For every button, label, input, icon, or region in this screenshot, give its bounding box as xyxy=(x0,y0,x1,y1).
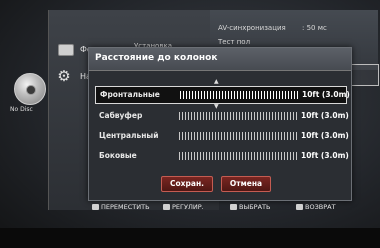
hint-select-label: ВЫБРАТЬ xyxy=(239,203,271,211)
hint-select: ВЫБРАТЬ xyxy=(230,203,270,211)
hint-adjust-label: РЕГУЛИР. xyxy=(172,203,204,211)
speaker-row-label: Боковые xyxy=(99,151,137,160)
av-sync-value: : 50 мс xyxy=(302,24,327,32)
distance-slider[interactable] xyxy=(179,152,299,160)
settings-partial-line[interactable]: Тест пол xyxy=(218,38,250,46)
adjust-icon xyxy=(163,204,170,210)
speaker-row-subwoofer[interactable]: Сабвуфер 10ft (3.0m) xyxy=(95,108,349,124)
gear-icon: ⚙ xyxy=(57,67,71,85)
speaker-row-label: Сабвуфер xyxy=(99,111,143,120)
speaker-row-value: 10ft (3.0m) xyxy=(301,151,349,160)
no-disc-label: No Disc xyxy=(10,106,33,113)
speaker-row-value: 10ft (3.0m) xyxy=(302,90,350,99)
speaker-row-label: Центральный xyxy=(99,131,159,140)
return-icon xyxy=(296,204,303,210)
disc-icon xyxy=(14,73,46,105)
speaker-row-front[interactable]: Фронтальные 10ft (3.0m) xyxy=(95,86,350,104)
photo-icon xyxy=(58,44,74,56)
select-icon xyxy=(230,204,237,210)
save-button[interactable]: Сохран. xyxy=(161,176,213,192)
distance-slider[interactable] xyxy=(180,91,300,99)
arrow-up-icon: ▲ xyxy=(214,78,219,85)
speaker-row-value: 10ft (3.0m) xyxy=(301,111,349,120)
distance-slider[interactable] xyxy=(179,112,299,120)
cancel-button[interactable]: Отмена xyxy=(221,176,271,192)
footer-hints: ПЕРЕМЕСТИТЬ РЕГУЛИР. ВЫБРАТЬ ВОЗВРАТ xyxy=(90,201,380,215)
move-icon xyxy=(92,204,99,210)
hint-adjust: РЕГУЛИР. xyxy=(163,203,204,211)
speaker-row-label: Фронтальные xyxy=(100,90,160,99)
speaker-row-surround[interactable]: Боковые 10ft (3.0m) xyxy=(95,148,349,164)
dialog-title-bar: Расстояние до колонок xyxy=(89,48,351,71)
av-sync-label[interactable]: AV-синхронизация xyxy=(218,24,286,32)
bottom-band xyxy=(0,228,380,248)
speaker-row-value: 10ft (3.0m) xyxy=(301,131,349,140)
distance-slider[interactable] xyxy=(179,132,299,140)
hint-move-label: ПЕРЕМЕСТИТЬ xyxy=(101,203,150,211)
dialog-title: Расстояние до колонок xyxy=(95,53,218,63)
hint-back: ВОЗВРАТ xyxy=(296,203,336,211)
hint-back-label: ВОЗВРАТ xyxy=(305,203,336,211)
hint-move: ПЕРЕМЕСТИТЬ xyxy=(92,203,150,211)
speaker-row-center[interactable]: Центральный 10ft (3.0m) xyxy=(95,128,349,144)
speaker-distance-dialog: Расстояние до колонок ▲ Фронтальные 10ft… xyxy=(88,47,352,201)
